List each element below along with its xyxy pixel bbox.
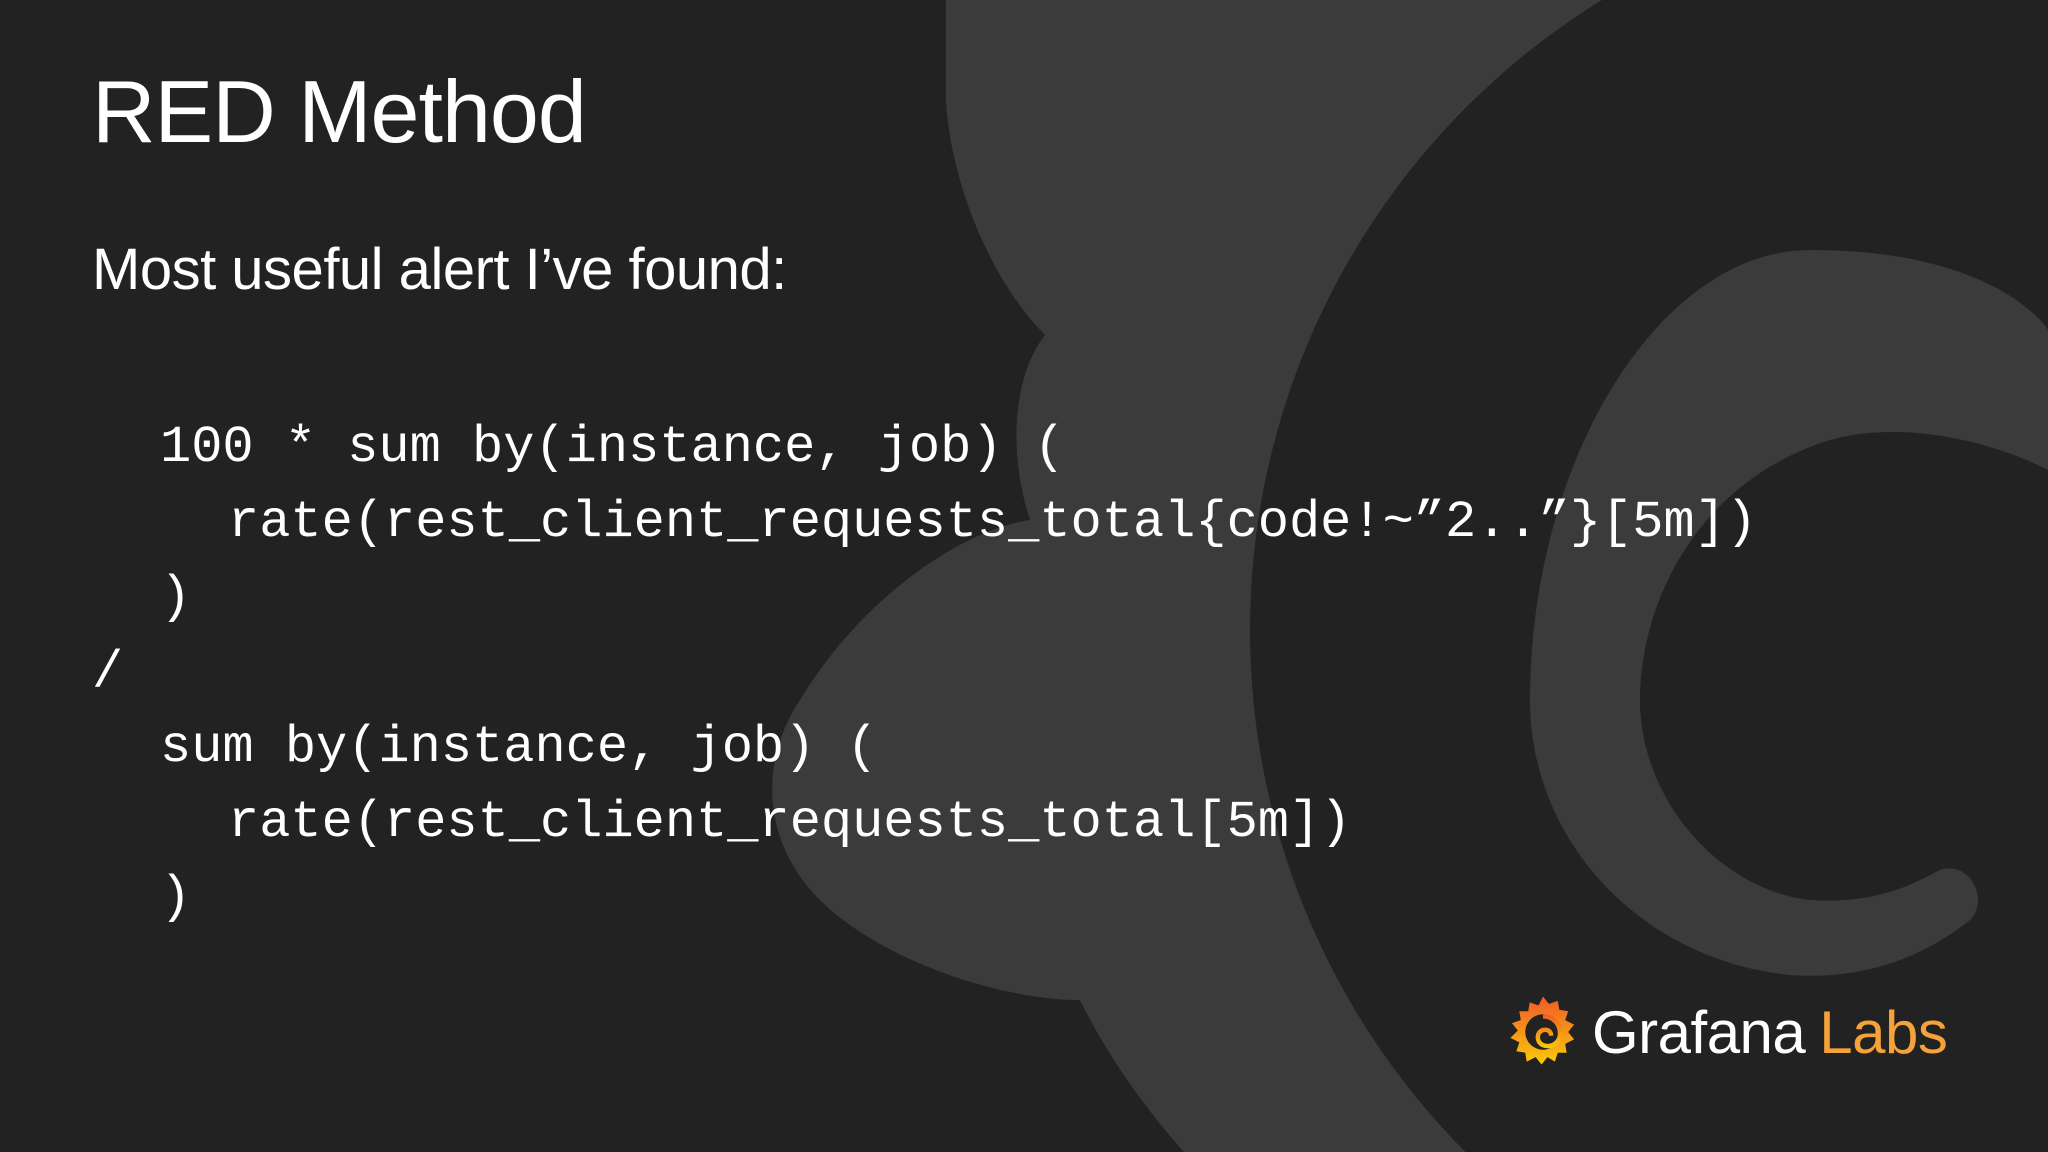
slide-title: RED Method xyxy=(92,62,587,161)
slide: RED Method Most useful alert I’ve found:… xyxy=(0,0,2048,1152)
code-line: rate(rest_client_requests_total{code!~”2… xyxy=(228,493,1758,552)
code-line: 100 * sum by(instance, job) ( xyxy=(160,418,1065,477)
slide-subtitle: Most useful alert I’ve found: xyxy=(92,237,787,302)
code-line: / xyxy=(92,643,124,702)
code-line: sum by(instance, job) ( xyxy=(160,718,878,777)
brand-name: Grafana xyxy=(1592,998,1806,1066)
promql-code-block: 100 * sum by(instance, job) ( rate(rest_… xyxy=(92,410,1757,935)
brand-suffix: Labs xyxy=(1819,998,1948,1066)
code-line: ) xyxy=(160,868,192,927)
grafana-labs-logo: Grafana Labs xyxy=(1506,990,1948,1074)
code-line: ) xyxy=(160,568,192,627)
grafana-swirl-icon xyxy=(1510,996,1575,1065)
code-line: rate(rest_client_requests_total[5m]) xyxy=(228,793,1352,852)
